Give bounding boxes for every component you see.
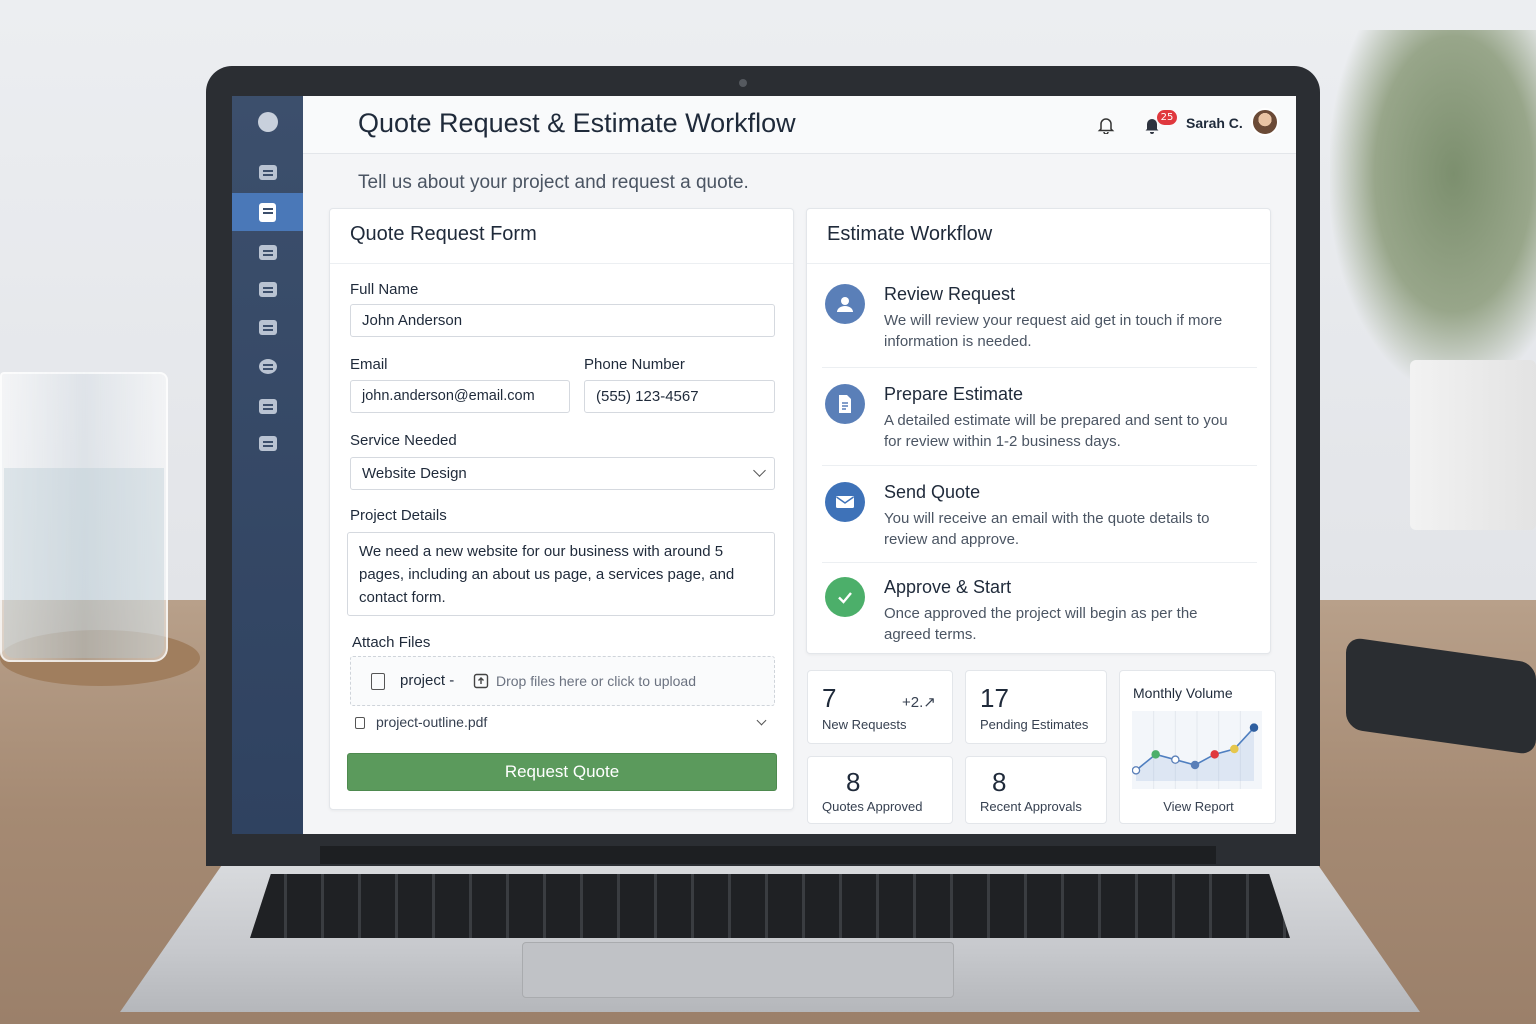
stat-value: 7 xyxy=(822,683,837,713)
chevron-down-icon xyxy=(753,464,766,477)
stat-label: Recent Approvals xyxy=(980,799,1082,814)
avatar[interactable] xyxy=(1251,108,1279,136)
stat-delta: +2.↗ xyxy=(902,694,936,711)
phone-label: Phone Number xyxy=(584,356,685,373)
laptop-keyboard xyxy=(250,874,1290,938)
step-title: Prepare Estimate xyxy=(884,384,1024,404)
file-icon xyxy=(371,673,385,690)
upload-icon xyxy=(473,673,489,689)
sidebar-item-projects[interactable] xyxy=(232,308,303,346)
upload-file-name: project - xyxy=(400,672,455,689)
sidebar-item-list[interactable] xyxy=(232,233,303,271)
stat-value: 17 xyxy=(980,683,1009,713)
stat-quotes-approved[interactable]: 8 Quotes Approved xyxy=(807,756,953,824)
sidebar-item-inbox[interactable] xyxy=(232,153,303,191)
step-description: We will review your request aid get in t… xyxy=(884,312,1223,350)
background-plant xyxy=(1330,30,1536,390)
step-title: Approve & Start xyxy=(884,577,1012,597)
stat-value: 8 xyxy=(846,767,861,797)
chart-title: Monthly Volume xyxy=(1133,685,1233,701)
monthly-volume-chart xyxy=(1132,711,1262,789)
document-icon xyxy=(259,202,276,222)
estimate-workflow: Estimate Workflow Review Request We will… xyxy=(806,208,1271,654)
email-input[interactable]: john.anderson@email.com xyxy=(350,380,570,413)
stat-label: New Requests xyxy=(822,717,907,732)
step-description: Once approved the project will begin as … xyxy=(884,605,1198,643)
monthly-volume-card: Monthly Volume View Report xyxy=(1119,670,1276,824)
user-name[interactable]: Sarah C. xyxy=(1186,115,1243,131)
stat-new-requests[interactable]: 7 +2.↗ New Requests xyxy=(807,670,953,744)
header: Quote Request & Estimate Workflow 25 Sar… xyxy=(303,96,1296,154)
request-quote-button[interactable]: Request Quote xyxy=(347,753,777,791)
page-title: Quote Request & Estimate Workflow xyxy=(358,108,796,138)
bell-icon[interactable] xyxy=(1097,116,1115,134)
full-name-label: Full Name xyxy=(350,281,419,298)
app-logo-icon[interactable] xyxy=(258,112,278,132)
sidebar-item-quotes[interactable] xyxy=(232,193,303,231)
file-dropzone[interactable]: project - Drop files here or click to up… xyxy=(350,656,775,706)
attach-files-label: Attach Files xyxy=(352,634,431,651)
page-subtitle: Tell us about your project and request a… xyxy=(358,172,749,193)
laptop-camera xyxy=(739,79,747,87)
printer-icon xyxy=(258,281,277,297)
step-description: You will receive an email with the quote… xyxy=(884,510,1210,548)
archive-icon xyxy=(258,435,277,451)
upload-hint: Drop files here or click to upload xyxy=(496,673,696,689)
background-plant-pot xyxy=(1410,360,1536,530)
attached-file-chevron-icon[interactable] xyxy=(756,715,767,726)
attached-file-icon xyxy=(355,717,365,729)
service-select[interactable]: Website Design xyxy=(350,457,775,490)
chat-icon xyxy=(258,358,277,374)
chart-point xyxy=(1210,750,1219,759)
service-selected-value: Website Design xyxy=(362,465,467,482)
phone-input[interactable]: (555) 123-4567 xyxy=(584,380,775,413)
user-icon xyxy=(825,284,865,324)
email-label: Email xyxy=(350,356,388,373)
sidebar-item-reports[interactable] xyxy=(232,387,303,425)
quote-request-form: Quote Request Form Full Name John Anders… xyxy=(329,208,794,810)
attached-file-name[interactable]: project-outline.pdf xyxy=(376,714,487,730)
app-screen: Quote Request & Estimate Workflow 25 Sar… xyxy=(232,96,1296,834)
step-title: Review Request xyxy=(884,284,1016,304)
check-icon xyxy=(825,577,865,617)
list-icon xyxy=(258,244,277,260)
full-name-input[interactable]: John Anderson xyxy=(350,304,775,337)
workflow-title: Estimate Workflow xyxy=(827,223,993,245)
laptop-hinge xyxy=(320,846,1216,864)
stat-recent-approvals[interactable]: 8 Recent Approvals xyxy=(965,756,1107,824)
document-icon xyxy=(825,384,865,424)
inbox-icon xyxy=(258,164,277,180)
form-title: Quote Request Form xyxy=(350,223,537,245)
step-description: A detailed estimate will be prepared and… xyxy=(884,412,1228,450)
chart-point xyxy=(1190,760,1200,770)
chart-point xyxy=(1151,750,1160,759)
report-icon xyxy=(258,398,277,414)
stat-pending-estimates[interactable]: 17 Pending Estimates xyxy=(965,670,1107,744)
sidebar xyxy=(232,96,303,834)
details-label: Project Details xyxy=(350,507,447,524)
stat-value: 8 xyxy=(992,767,1007,797)
notification-badge: 25 xyxy=(1157,110,1177,125)
chart-point xyxy=(1171,755,1180,764)
laptop-trackpad xyxy=(522,942,954,998)
service-label: Service Needed xyxy=(350,432,457,449)
stat-label: Pending Estimates xyxy=(980,717,1089,732)
chart-point xyxy=(1249,723,1259,732)
project-details-textarea[interactable]: We need a new website for our business w… xyxy=(347,532,775,616)
chart-point xyxy=(1230,744,1239,754)
briefcase-icon xyxy=(258,319,277,335)
stat-label: Quotes Approved xyxy=(822,799,923,814)
chart-point xyxy=(1132,766,1141,775)
background-glass xyxy=(0,372,168,662)
sidebar-item-archive[interactable] xyxy=(232,424,303,462)
sidebar-item-messages[interactable] xyxy=(232,347,303,385)
envelope-icon xyxy=(825,482,865,522)
view-report-link[interactable]: View Report xyxy=(1120,799,1277,814)
sidebar-item-printer[interactable] xyxy=(232,270,303,308)
step-title: Send Quote xyxy=(884,482,981,502)
